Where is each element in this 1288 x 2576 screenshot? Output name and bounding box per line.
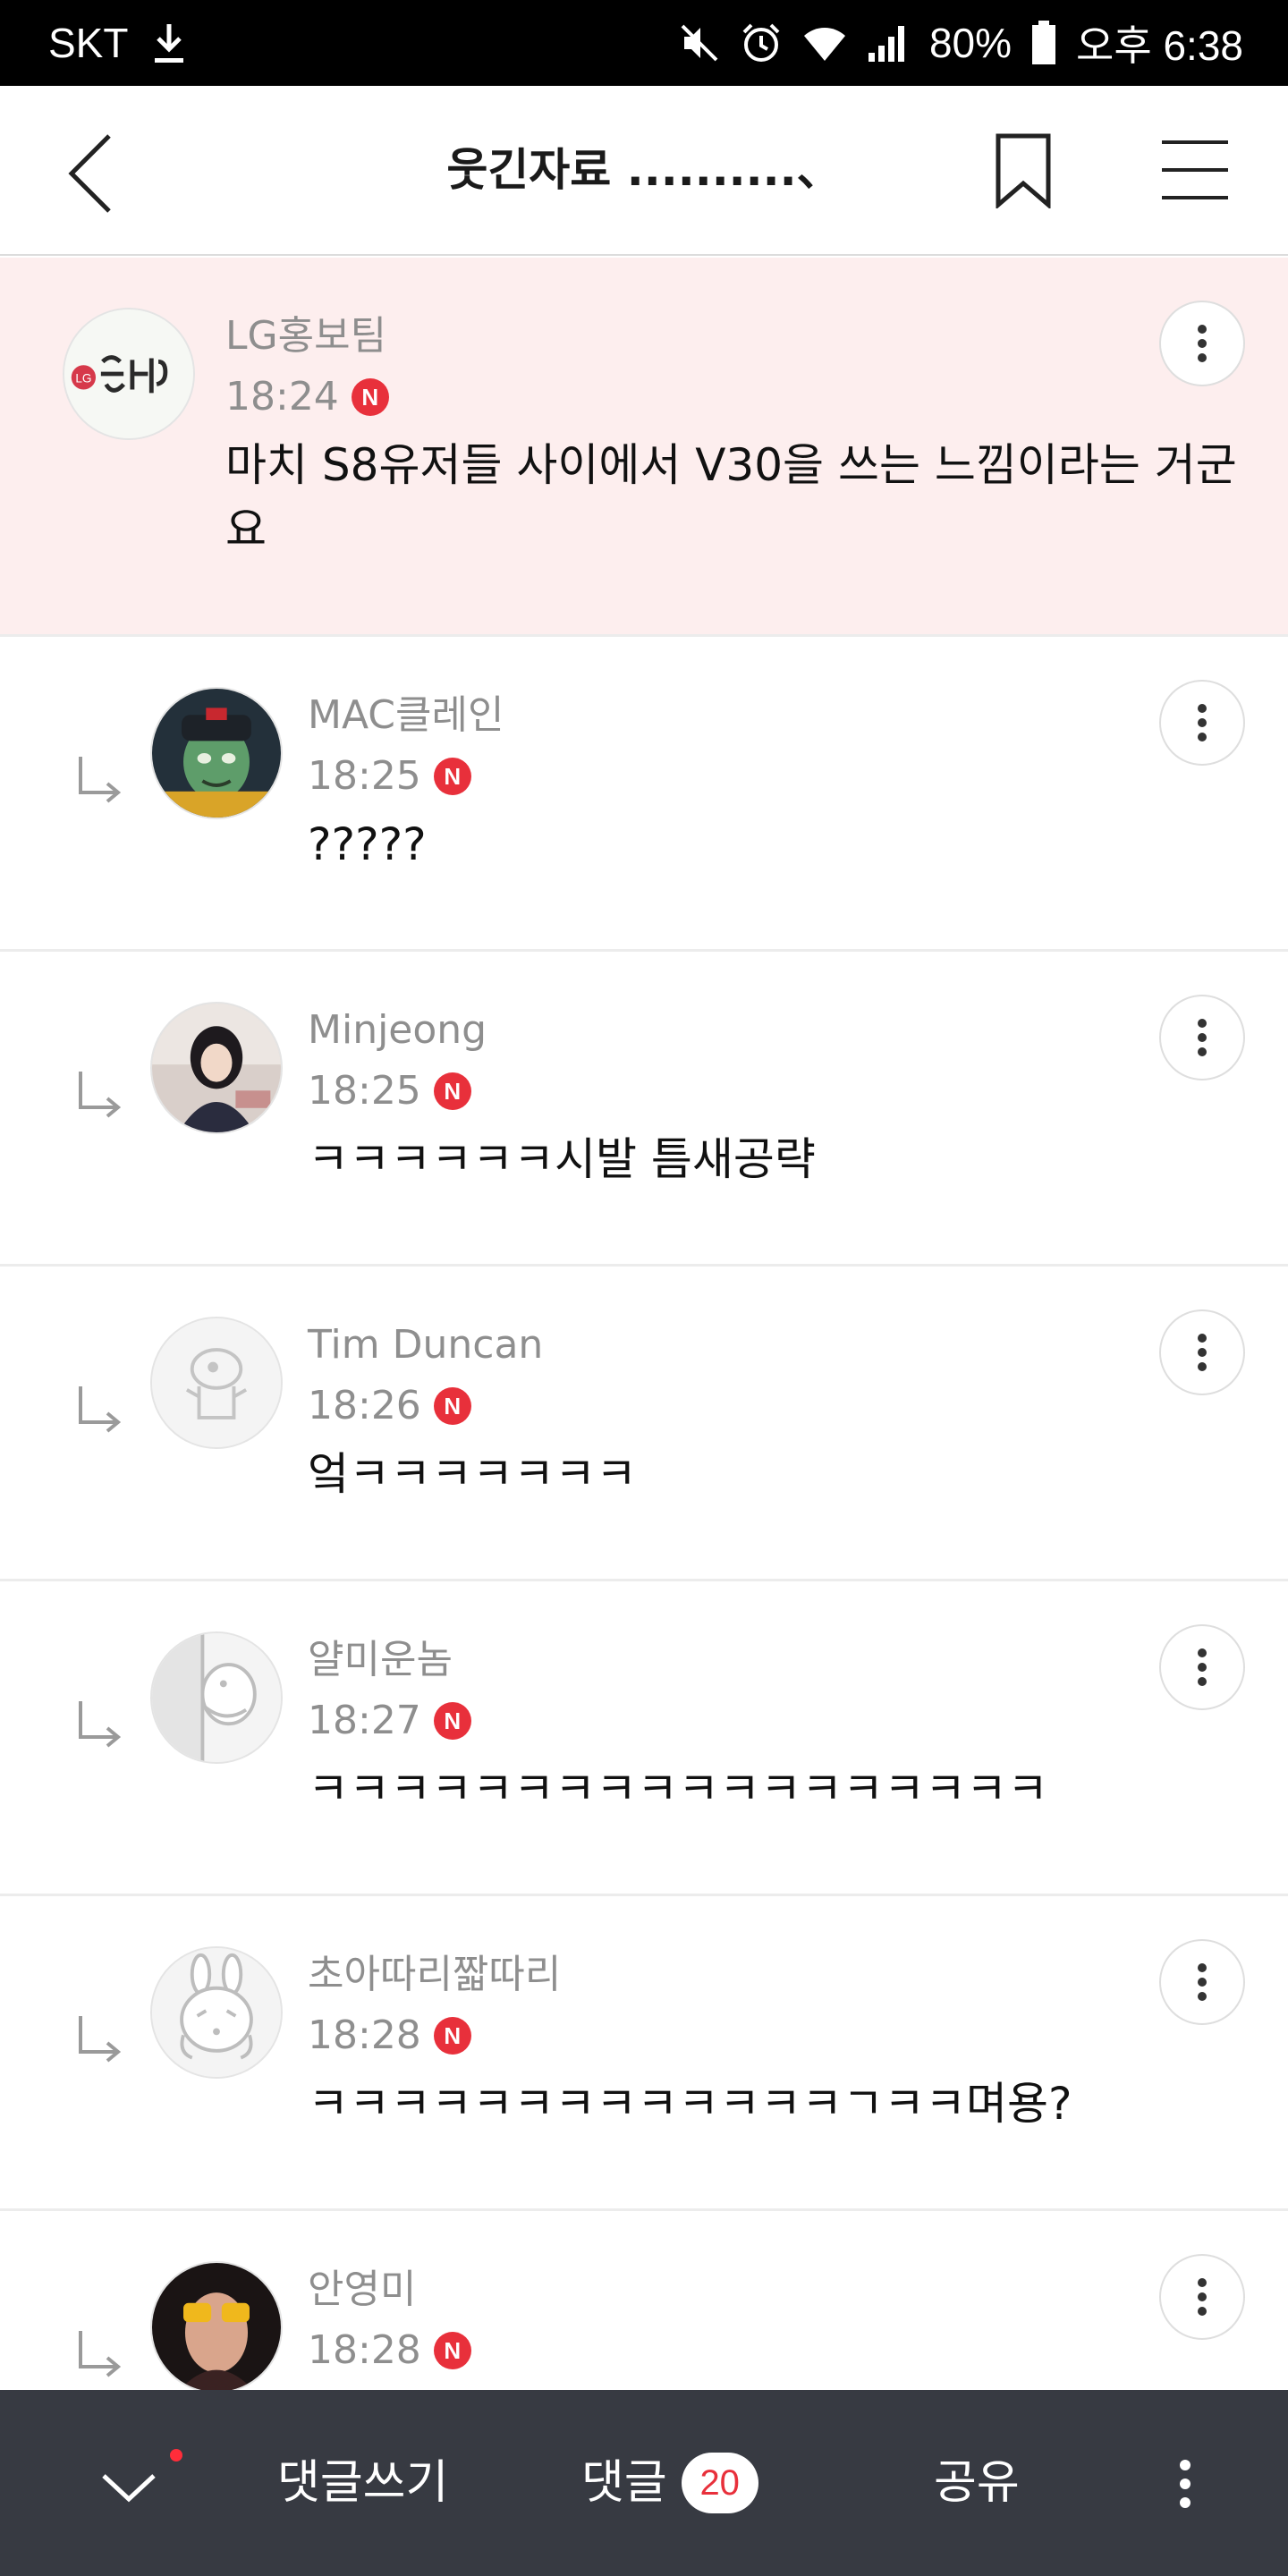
vertical-dots-icon [1198,325,1207,362]
new-badge: N [433,1387,471,1425]
new-badge: N [433,1072,471,1110]
comment-time: 18:28 [308,2012,421,2058]
back-icon [68,134,111,213]
vertical-dots-icon [1198,1648,1207,1686]
reply-arrow-icon [79,2331,122,2377]
comment-text: 마치 S8유저들 사이에서 V30을 쓰는 느낌이라는 거군요 [225,439,1237,555]
comment-more-button[interactable] [1159,1309,1245,1395]
clock: 오후 6:38 [1076,22,1243,69]
comment-list[interactable]: LG LG홍보팀 18:24 N 마치 S8유저들 사이에서 V30을 쓰는 느… [0,258,1288,2390]
comment-item: 초아따리짧따리 18:28 N ㅋㅋㅋㅋㅋㅋㅋㅋㅋㅋㅋㅋㅋㄱㅋㅋ며용? [0,1896,1288,2211]
menu-button[interactable] [1159,134,1231,206]
vertical-dots-icon [1180,2460,1191,2508]
comment-item: MAC클레인 18:25 N ????? [0,637,1288,952]
comment-meta: 18:25 N [308,750,471,803]
comment-meta: 18:26 N [308,1379,471,1433]
chevron-down-icon [102,2474,156,2503]
comment-time: 18:27 [308,1698,421,1743]
comment-meta: 18:25 N [308,1064,471,1118]
new-badge: N [433,2017,471,2055]
comment-author[interactable]: Tim Duncan [308,1318,543,1372]
comment-text: ㅋㅋㅋㅋㅋㅋ시발 틈새공략 [308,1133,816,1185]
comment-author[interactable]: Minjeong [308,1004,487,1057]
comment-author[interactable]: MAC클레인 [308,689,504,742]
comment-time: 18:28 [308,2327,421,2373]
comment-count-badge: 20 [681,2453,758,2513]
new-badge: N [433,2332,471,2369]
reply-arrow-icon [79,1072,122,1118]
comment-text: ????? [308,818,427,870]
comment-more-button[interactable] [1159,301,1245,386]
comment-time: 18:25 [308,1068,421,1114]
vertical-dots-icon [1198,1334,1207,1371]
app-header: 웃긴자료 ..........、 [0,86,1288,256]
collapse-button[interactable] [93,2444,165,2524]
peeking-character-avatar[interactable] [150,1631,283,1764]
comment-item: Minjeong 18:25 N ㅋㅋㅋㅋㅋㅋ시발 틈새공략 [0,952,1288,1267]
signal-icon [867,22,910,64]
default-character-avatar[interactable] [150,1317,283,1449]
comment-meta: 18:28 N [308,2324,471,2377]
reply-arrow-icon [79,1701,122,1748]
photo-avatar[interactable] [150,1002,283,1134]
comment-time: 18:24 [225,374,339,419]
comment-more-button[interactable] [1159,995,1245,1080]
status-bar: SKT 80% 오후 6:38 [0,0,1288,86]
reply-arrow-icon [79,757,122,803]
comment-more-button[interactable] [1159,1939,1245,2025]
comment-author[interactable]: LG홍보팀 [225,309,386,363]
comment-item: LG LG홍보팀 18:24 N 마치 S8유저들 사이에서 V30을 쓰는 느… [0,258,1288,637]
comments-label: 댓글 [581,2456,667,2510]
new-badge: N [351,378,389,416]
comment-author[interactable]: 안영미 [308,2263,416,2317]
bookmark-icon [996,133,1051,208]
reply-arrow-icon [79,1386,122,1433]
comment-time: 18:25 [308,753,421,799]
comment-text: 엌ㅋㅋㅋㅋㅋㅋㅋ [308,1448,637,1500]
comment-item: 얄미운놈 18:27 N ㅋㅋㅋㅋㅋㅋㅋㅋㅋㅋㅋㅋㅋㅋㅋㅋㅋㅋ [0,1581,1288,1896]
comment-meta: 18:28 N [308,2009,471,2063]
comment-text: ㅋㅋㅋㅋㅋㅋㅋㅋㅋㅋㅋㅋㅋㅋㅋㅋㅋㅋ [308,1763,1048,1815]
vertical-dots-icon [1198,704,1207,741]
comment-more-button[interactable] [1159,2254,1245,2340]
alarm-icon [740,21,783,64]
notification-dot [170,2449,182,2462]
new-badge: N [433,1702,471,1740]
page-title: 웃긴자료 ..........、 [446,144,842,196]
comment-more-button[interactable] [1159,1624,1245,1710]
share-button[interactable]: 공유 [934,2447,1020,2519]
reply-arrow-icon [79,2016,122,2063]
new-badge: N [433,758,471,795]
hamburger-menu-icon [1162,140,1228,199]
photo-avatar[interactable] [150,2261,283,2390]
bottom-action-bar: 댓글쓰기 댓글 20 공유 [0,2390,1288,2576]
back-button[interactable] [54,129,125,218]
carrier-label: SKT [48,20,129,66]
comment-text: ㅋㅋㅋㅋㅋㅋㅋㅋㅋㅋㅋㅋㅋㄱㅋㅋ며용? [308,2078,1072,2130]
comments-button[interactable]: 댓글 20 [581,2447,758,2519]
battery-icon [1031,21,1056,65]
comment-item: Tim Duncan 18:26 N 엌ㅋㅋㅋㅋㅋㅋㅋ [0,1267,1288,1581]
svg-text:LG: LG [75,372,91,386]
lg-logo-avatar[interactable]: LG [63,308,195,440]
bookmark-button[interactable] [987,131,1059,211]
comment-author[interactable]: 초아따리짧따리 [308,1948,561,2002]
vertical-dots-icon [1198,2278,1207,2316]
comment-time: 18:26 [308,1383,421,1428]
comment-more-button[interactable] [1159,680,1245,766]
cartoon-character-avatar[interactable] [150,687,283,819]
write-comment-button[interactable]: 댓글쓰기 [277,2447,448,2519]
rabbit-character-avatar[interactable] [150,1946,283,2079]
vertical-dots-icon [1198,1963,1207,2001]
comment-author[interactable]: 얄미운놈 [308,1633,453,1687]
wifi-icon [802,23,847,63]
comment-meta: 18:27 N [308,1694,471,1748]
more-options-button[interactable] [1163,2444,1208,2524]
comment-meta: 18:24 N [225,370,389,424]
download-icon [151,21,187,65]
comment-item: 안영미 18:28 N [0,2211,1288,2390]
vertical-dots-icon [1198,1019,1207,1056]
battery-level: 80% [928,20,1013,66]
mute-icon [679,22,720,64]
